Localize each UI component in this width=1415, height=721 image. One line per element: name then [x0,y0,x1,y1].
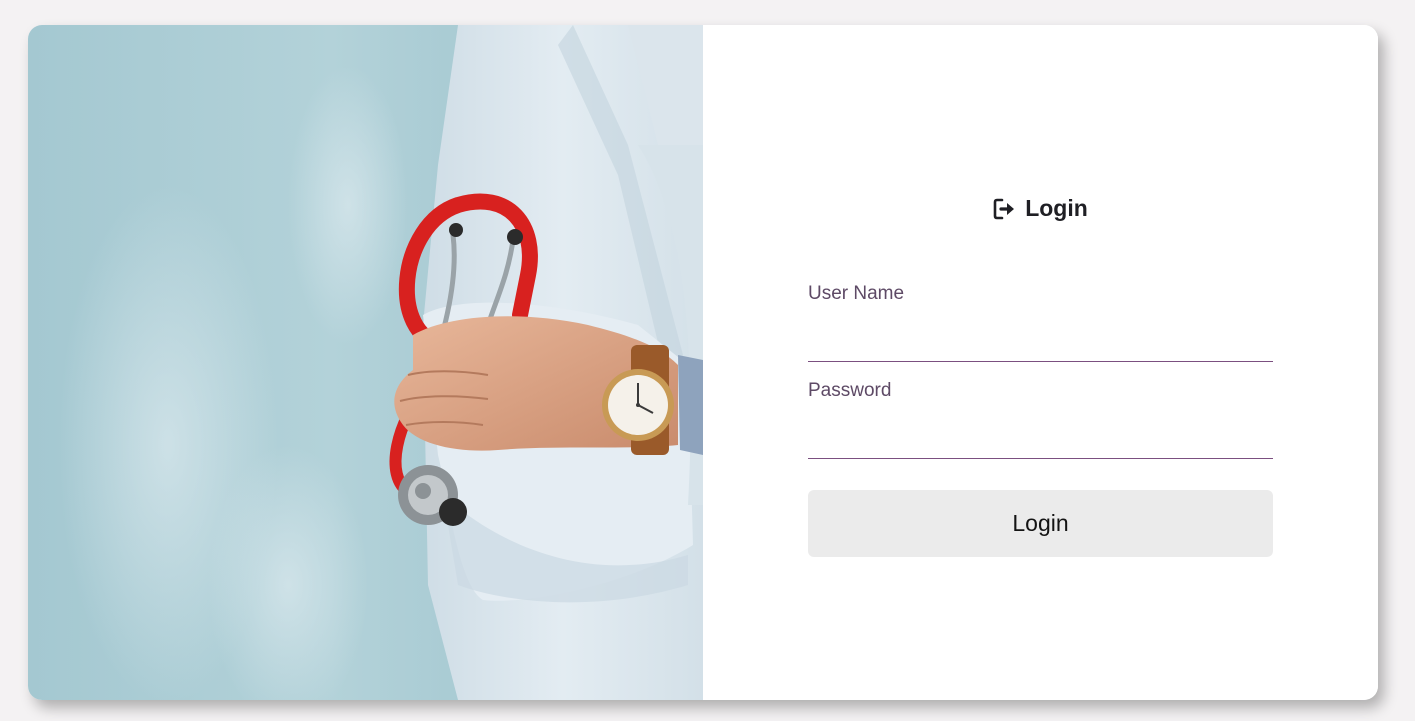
login-form-panel: Login User Name Password Login [703,25,1378,700]
sign-in-icon [993,197,1019,221]
password-label: Password [808,380,892,401]
username-label: User Name [808,283,905,304]
hero-photo [28,25,703,700]
password-input[interactable] [808,417,1273,459]
login-title: Login [703,195,1378,222]
login-button[interactable]: Login [808,490,1273,557]
doctor-photo-illustration [28,25,703,700]
login-heading: Login [1025,195,1088,221]
username-input[interactable] [808,320,1273,362]
password-field: Password [808,380,1273,459]
username-field: User Name [808,283,1273,362]
login-card: Login User Name Password Login [28,25,1378,700]
